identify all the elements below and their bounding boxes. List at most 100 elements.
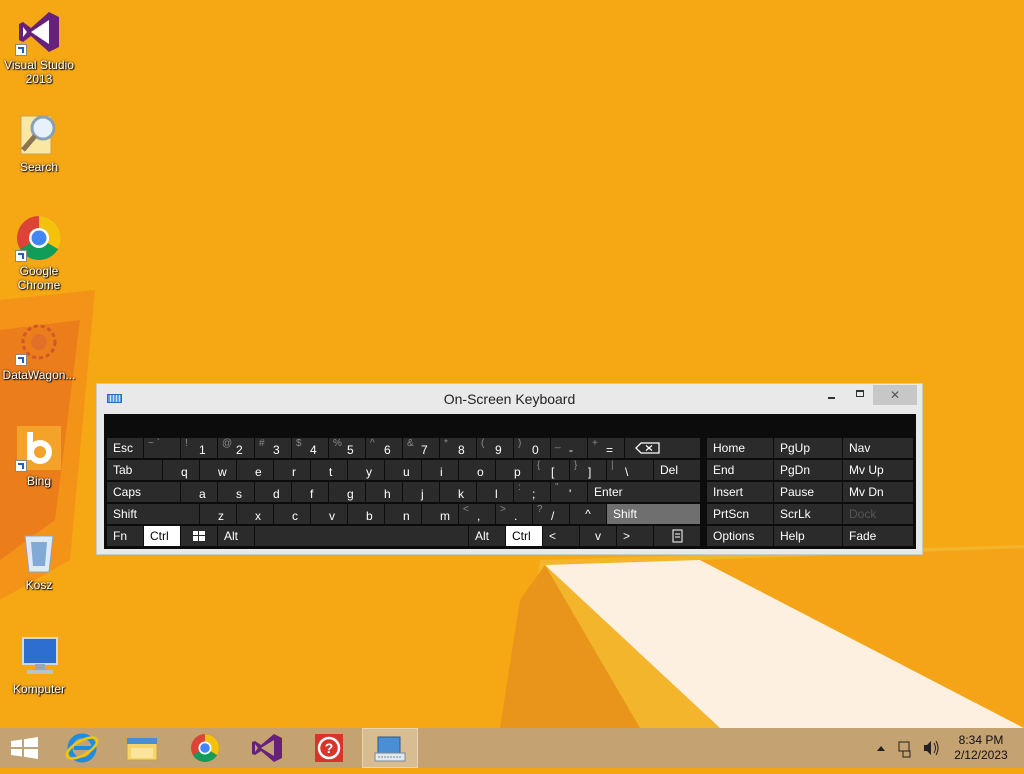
desktop-icon-komputer[interactable]: Komputer	[2, 632, 76, 696]
key-fade[interactable]: Fade	[843, 526, 913, 546]
taskbar-google-chrome[interactable]	[177, 728, 233, 768]
key-ctrl-right[interactable]: Ctrl	[506, 526, 542, 546]
key-esc[interactable]: Esc	[107, 438, 143, 458]
minimize-button[interactable]	[819, 385, 845, 405]
key-tab[interactable]: Tab	[107, 460, 162, 480]
key-y[interactable]: y	[348, 460, 384, 480]
key-b[interactable]: b	[348, 504, 384, 524]
key-arrow-up[interactable]: ^	[570, 504, 606, 524]
desktop-icon-google-chrome[interactable]: Google Chrome	[2, 214, 76, 292]
key-g[interactable]: g	[329, 482, 365, 502]
key-u[interactable]: u	[385, 460, 421, 480]
desktop-icon-datawagon[interactable]: DataWagon...	[2, 318, 76, 382]
key-slash[interactable]: ? /	[533, 504, 569, 524]
desktop-icon-visual-studio[interactable]: Visual Studio 2013	[2, 8, 76, 86]
taskbar-file-explorer[interactable]	[114, 728, 170, 768]
key-tilde[interactable]: ~ `	[144, 438, 180, 458]
key-right-bracket[interactable]: }]	[570, 460, 606, 480]
taskbar-help[interactable]: ?	[301, 728, 357, 768]
key-t[interactable]: t	[311, 460, 347, 480]
key-equals[interactable]: + =	[588, 438, 624, 458]
key-prtscn[interactable]: PrtScn	[707, 504, 773, 524]
key-semicolon[interactable]: :;	[514, 482, 550, 502]
key-minus[interactable]: _ -	[551, 438, 587, 458]
key-caps[interactable]: Caps	[107, 482, 180, 502]
key-mv-up[interactable]: Mv Up	[843, 460, 913, 480]
key-menu[interactable]	[654, 526, 700, 546]
key-l[interactable]: l	[477, 482, 513, 502]
key-help[interactable]: Help	[774, 526, 842, 546]
key-w[interactable]: w	[200, 460, 236, 480]
key-r[interactable]: r	[274, 460, 310, 480]
taskbar-on-screen-keyboard[interactable]	[362, 728, 418, 768]
key-p[interactable]: p	[496, 460, 532, 480]
key-nav[interactable]: Nav	[843, 438, 913, 458]
key-h[interactable]: h	[366, 482, 402, 502]
key-a[interactable]: a	[181, 482, 217, 502]
key-2[interactable]: @2	[218, 438, 254, 458]
key-arrow-down[interactable]: v	[580, 526, 616, 546]
key-d[interactable]: d	[255, 482, 291, 502]
on-screen-keyboard-window[interactable]: On-Screen Keyboard ✕ Esc ~ ` ! 1 @2 #3 $4…	[96, 383, 923, 555]
key-comma[interactable]: <,	[459, 504, 495, 524]
clock[interactable]: 8:34 PM 2/12/2023	[946, 733, 1016, 763]
key-k[interactable]: k	[440, 482, 476, 502]
maximize-button[interactable]	[847, 385, 873, 405]
key-i[interactable]: i	[422, 460, 458, 480]
taskbar-internet-explorer[interactable]	[54, 728, 110, 768]
key-6[interactable]: ^ 6	[366, 438, 402, 458]
key-4[interactable]: $4	[292, 438, 328, 458]
key-pgdn[interactable]: PgDn	[774, 460, 842, 480]
key-options[interactable]: Options	[707, 526, 773, 546]
desktop-icon-bing[interactable]: Bing	[2, 424, 76, 488]
key-quote[interactable]: " '	[551, 482, 587, 502]
key-q[interactable]: q	[163, 460, 199, 480]
key-arrow-left[interactable]: <	[543, 526, 579, 546]
key-alt-right[interactable]: Alt	[469, 526, 505, 546]
close-button[interactable]: ✕	[873, 385, 917, 405]
key-enter[interactable]: Enter	[588, 482, 700, 502]
title-bar[interactable]: On-Screen Keyboard ✕	[97, 384, 922, 414]
key-3[interactable]: #3	[255, 438, 291, 458]
taskbar-visual-studio[interactable]	[239, 728, 295, 768]
desktop-icon-search[interactable]: Search	[2, 110, 76, 174]
key-insert[interactable]: Insert	[707, 482, 773, 502]
key-backspace[interactable]	[625, 438, 700, 458]
key-v[interactable]: v	[311, 504, 347, 524]
key-period[interactable]: >.	[496, 504, 532, 524]
key-pgup[interactable]: PgUp	[774, 438, 842, 458]
key-9[interactable]: (9	[477, 438, 513, 458]
key-scrlk[interactable]: ScrLk	[774, 504, 842, 524]
key-backslash[interactable]: | \	[607, 460, 653, 480]
key-ctrl-left[interactable]: Ctrl	[144, 526, 180, 546]
key-s[interactable]: s	[218, 482, 254, 502]
key-o[interactable]: o	[459, 460, 495, 480]
key-c[interactable]: c	[274, 504, 310, 524]
key-m[interactable]: m	[422, 504, 458, 524]
key-end[interactable]: End	[707, 460, 773, 480]
key-shift-left[interactable]: Shift	[107, 504, 199, 524]
key-del[interactable]: Del	[654, 460, 700, 480]
key-z[interactable]: z	[200, 504, 236, 524]
key-e[interactable]: e	[237, 460, 273, 480]
key-alt-left[interactable]: Alt	[218, 526, 254, 546]
key-mv-dn[interactable]: Mv Dn	[843, 482, 913, 502]
key-0[interactable]: ) 0	[514, 438, 550, 458]
key-f[interactable]: f	[292, 482, 328, 502]
desktop-icon-kosz[interactable]: Kosz	[2, 528, 76, 592]
key-arrow-right[interactable]: >	[617, 526, 653, 546]
key-home[interactable]: Home	[707, 438, 773, 458]
key-windows[interactable]	[181, 526, 217, 546]
key-pause[interactable]: Pause	[774, 482, 842, 502]
key-space[interactable]	[255, 526, 468, 546]
start-button[interactable]	[0, 728, 56, 768]
key-fn[interactable]: Fn	[107, 526, 143, 546]
key-x[interactable]: x	[237, 504, 273, 524]
key-n[interactable]: n	[385, 504, 421, 524]
key-j[interactable]: j	[403, 482, 439, 502]
key-5[interactable]: % 5	[329, 438, 365, 458]
key-1[interactable]: ! 1	[181, 438, 217, 458]
key-7[interactable]: & 7	[403, 438, 439, 458]
key-shift-right[interactable]: Shift	[607, 504, 700, 524]
key-8[interactable]: * 8	[440, 438, 476, 458]
